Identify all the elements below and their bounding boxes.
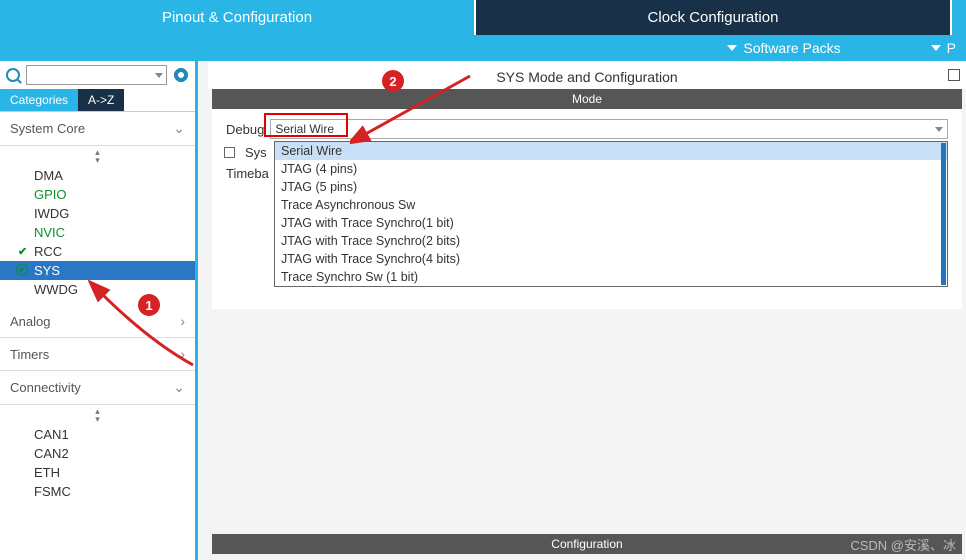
category-label: System Core: [10, 121, 85, 136]
tab-clock-configuration[interactable]: Clock Configuration: [476, 0, 952, 35]
chevron-down-icon: ⌄: [173, 120, 185, 137]
sidebar-item-eth[interactable]: ETH: [0, 463, 195, 482]
top-tab-bar: Pinout & Configuration Clock Configurati…: [0, 0, 966, 35]
debug-label: Debug: [226, 122, 264, 137]
sidebar-item-sys[interactable]: ✔SYS: [0, 261, 195, 280]
up-down-indicator: ▴▾: [0, 146, 195, 166]
tab-a-z[interactable]: A->Z: [78, 89, 124, 111]
category-label: Timers: [10, 347, 49, 362]
sidebar-item-nvic[interactable]: NVIC: [0, 223, 195, 242]
software-packs-label: Software Packs: [743, 40, 840, 56]
dropdown-option[interactable]: JTAG with Trace Synchro(1 bit): [275, 214, 947, 232]
dropdown-option[interactable]: JTAG with Trace Synchro(4 bits): [275, 250, 947, 268]
software-packs-menu[interactable]: Software Packs: [727, 40, 840, 56]
dropdown-option[interactable]: Trace Asynchronous Sw: [275, 196, 947, 214]
dropdown-scrollbar[interactable]: [941, 143, 946, 285]
sidebar-item-can1[interactable]: CAN1: [0, 425, 195, 444]
search-row: [0, 61, 195, 89]
dropdown-option[interactable]: JTAG with Trace Synchro(2 bits): [275, 232, 947, 250]
sys-checkbox-label: Sys: [245, 145, 267, 160]
sidebar-item-dma[interactable]: DMA: [0, 166, 195, 185]
category-label: Connectivity: [10, 380, 81, 395]
chevron-down-icon: [727, 45, 737, 51]
panel-title: SYS Mode and Configuration: [208, 61, 966, 89]
search-combo[interactable]: [26, 65, 167, 85]
dropdown-option[interactable]: JTAG (4 pins): [275, 160, 947, 178]
dropdown-option[interactable]: Trace Synchro Sw (1 bit): [275, 268, 947, 286]
up-down-indicator: ▴▾: [0, 405, 195, 425]
sidebar-item-rcc[interactable]: ✔RCC: [0, 242, 195, 261]
sidebar-item-can2[interactable]: CAN2: [0, 444, 195, 463]
connectivity-items: CAN1 CAN2 ETH FSMC: [0, 425, 195, 507]
sidebar-item-fsmc[interactable]: FSMC: [0, 482, 195, 501]
annotation-arrow-2: [350, 68, 480, 148]
check-circle-icon: ✔: [16, 264, 28, 276]
mode-strip: Mode: [212, 89, 962, 109]
category-system-core[interactable]: System Core ⌄: [0, 112, 195, 146]
sub-toolbar: Software Packs P: [0, 35, 966, 61]
annotation-highlight-box: [264, 113, 348, 137]
mode-panel: Debug Serial Wire Sys Timeba Serial Wire…: [212, 109, 962, 309]
watermark: CSDN @安溪、冰: [850, 535, 956, 554]
sidebar-tabs: Categories A->Z: [0, 89, 195, 111]
partial-label: P: [947, 40, 956, 56]
chevron-down-icon: [935, 127, 943, 132]
sidebar-item-iwdg[interactable]: IWDG: [0, 204, 195, 223]
sidebar-item-gpio[interactable]: GPIO: [0, 185, 195, 204]
debug-dropdown: Serial Wire JTAG (4 pins) JTAG (5 pins) …: [274, 141, 948, 287]
timebase-label: Timeba: [226, 166, 269, 181]
checkbox[interactable]: [224, 147, 235, 158]
tab-categories[interactable]: Categories: [0, 89, 78, 111]
annotation-marker-2: 2: [382, 70, 404, 92]
right-pane: SYS Mode and Configuration Mode Debug Se…: [198, 61, 966, 560]
chevron-down-icon: [931, 45, 941, 51]
annotation-arrow-1: [88, 280, 198, 370]
category-label: Analog: [10, 314, 50, 329]
chevron-down-icon: ⌄: [173, 379, 185, 396]
check-icon: ✔: [18, 245, 27, 258]
gear-icon[interactable]: [173, 67, 189, 83]
tab-pinout-configuration[interactable]: Pinout & Configuration: [0, 0, 476, 35]
annotation-marker-1: 1: [138, 294, 160, 316]
config-spacer: [208, 309, 966, 534]
partial-menu[interactable]: P: [931, 40, 956, 56]
search-icon[interactable]: [6, 68, 20, 82]
chevron-down-icon: [155, 73, 163, 78]
category-connectivity[interactable]: Connectivity ⌄: [0, 371, 195, 405]
dropdown-option[interactable]: JTAG (5 pins): [275, 178, 947, 196]
